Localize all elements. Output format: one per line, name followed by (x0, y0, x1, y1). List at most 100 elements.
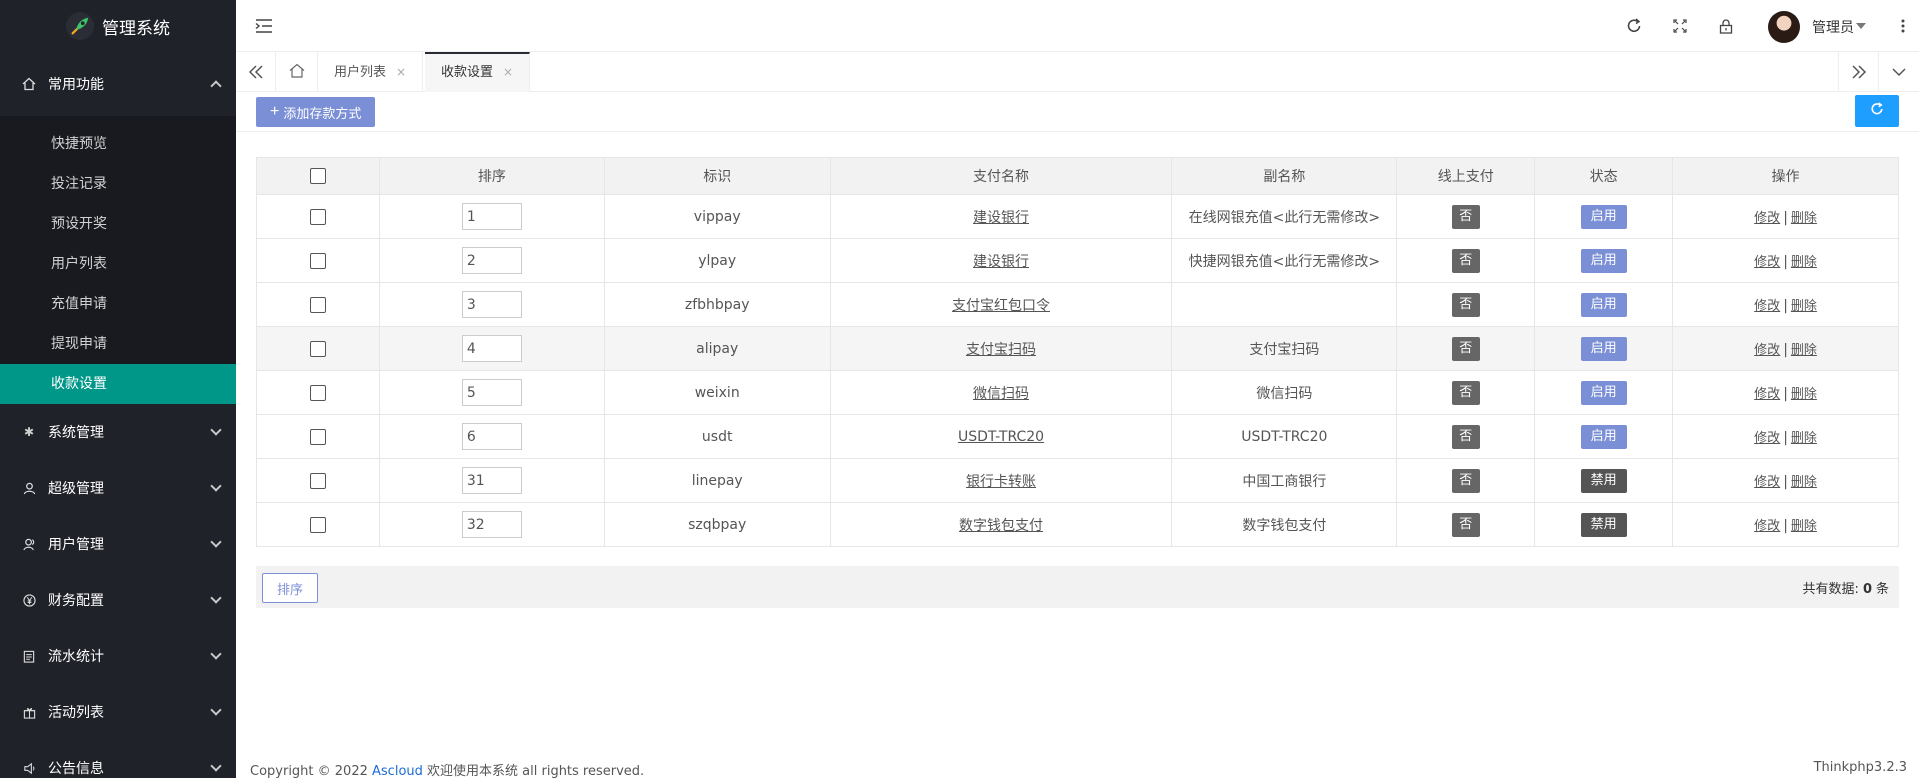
speaker-icon (22, 761, 36, 775)
menu-toggle-icon[interactable] (254, 16, 274, 36)
delete-link[interactable]: 删除 (1791, 387, 1817, 402)
status-toggle[interactable]: 启用 (1580, 248, 1627, 273)
payment-name-link[interactable]: 支付宝扫码 (966, 342, 1036, 358)
payment-name-link[interactable]: 建设银行 (973, 254, 1029, 270)
username[interactable]: 管理员 (1812, 17, 1854, 37)
brand-link[interactable]: Ascloud (372, 764, 423, 779)
edit-link[interactable]: 修改 (1754, 299, 1780, 314)
sort-button[interactable]: 排序 (262, 573, 319, 603)
status-toggle[interactable]: 禁用 (1580, 512, 1627, 537)
delete-link[interactable]: 删除 (1791, 211, 1817, 226)
sort-order-input[interactable] (461, 423, 522, 450)
row-checkbox[interactable] (309, 340, 326, 357)
tab-home[interactable] (276, 52, 318, 92)
tab-user-list[interactable]: 用户列表 × (318, 52, 424, 92)
sort-order-input[interactable] (461, 335, 522, 362)
avatar[interactable] (1768, 11, 1800, 43)
delete-link[interactable]: 删除 (1791, 475, 1817, 490)
online-payment-toggle[interactable]: 否 (1451, 380, 1480, 405)
close-icon[interactable]: × (503, 65, 513, 79)
tabs-scroll-right-icon[interactable] (1838, 52, 1878, 92)
sidebar-group-activities[interactable]: 活动列表 (0, 684, 236, 740)
separator: | (1783, 298, 1788, 314)
status-toggle[interactable]: 禁用 (1580, 468, 1627, 493)
payment-name-link[interactable]: 支付宝红包口令 (952, 298, 1050, 314)
status-toggle[interactable]: 启用 (1580, 204, 1627, 229)
tab-label: 用户列表 (334, 65, 387, 80)
lock-icon[interactable] (1716, 16, 1736, 36)
tab-payment-settings[interactable]: 收款设置 × (425, 52, 531, 92)
delete-link[interactable]: 删除 (1791, 299, 1817, 314)
sidebar-item-recharge-requests[interactable]: 充值申请 (0, 284, 236, 324)
row-checkbox[interactable] (309, 516, 326, 533)
sidebar-item-withdraw-requests[interactable]: 提现申请 (0, 324, 236, 364)
table-header-row: 排序 标识 支付名称 副名称 线上支付 状态 操作 (256, 157, 1899, 195)
payment-name-link[interactable]: USDT-TRC20 (958, 429, 1044, 445)
online-payment-toggle[interactable]: 否 (1451, 292, 1480, 317)
payment-name-link[interactable]: 银行卡转账 (966, 474, 1036, 490)
row-checkbox[interactable] (309, 472, 326, 489)
online-payment-toggle[interactable]: 否 (1451, 468, 1480, 493)
sort-order-input[interactable] (461, 379, 522, 406)
row-checkbox[interactable] (309, 296, 326, 313)
online-payment-toggle[interactable]: 否 (1451, 336, 1480, 361)
sidebar-item-preset-draw[interactable]: 预设开奖 (0, 204, 236, 244)
refresh-icon[interactable] (1624, 16, 1644, 36)
sort-order-input[interactable] (461, 291, 522, 318)
delete-link[interactable]: 删除 (1791, 431, 1817, 446)
row-checkbox[interactable] (309, 208, 326, 225)
edit-link[interactable]: 修改 (1754, 475, 1780, 490)
caret-down-icon[interactable] (1856, 23, 1866, 29)
sidebar-item-quick-preview[interactable]: 快捷预览 (0, 124, 236, 164)
sidebar-item-bet-records[interactable]: 投注记录 (0, 164, 236, 204)
edit-link[interactable]: 修改 (1754, 519, 1780, 534)
sidebar-item-payment-settings[interactable]: 收款设置 (0, 364, 236, 404)
sort-order-input[interactable] (461, 247, 522, 274)
online-payment-toggle[interactable]: 否 (1451, 424, 1480, 449)
delete-link[interactable]: 删除 (1791, 343, 1817, 358)
copyright-prefix: Copyright © 2022 (250, 764, 368, 779)
online-payment-toggle[interactable]: 否 (1451, 512, 1480, 537)
row-checkbox[interactable] (309, 252, 326, 269)
fullscreen-icon[interactable] (1670, 16, 1690, 36)
edit-link[interactable]: 修改 (1754, 343, 1780, 358)
sidebar-group-system[interactable]: ✱ 系统管理 (0, 404, 236, 460)
edit-link[interactable]: 修改 (1754, 211, 1780, 226)
app-logo[interactable]: 管理系统 (0, 0, 236, 52)
row-checkbox[interactable] (309, 428, 326, 445)
online-payment-toggle[interactable]: 否 (1451, 204, 1480, 229)
online-payment-toggle[interactable]: 否 (1451, 248, 1480, 273)
delete-link[interactable]: 删除 (1791, 255, 1817, 270)
status-toggle[interactable]: 启用 (1580, 292, 1627, 317)
row-checkbox[interactable] (309, 384, 326, 401)
tabs-scroll-left-icon[interactable] (236, 52, 276, 92)
sidebar-group-super[interactable]: 超级管理 (0, 460, 236, 516)
add-deposit-method-button[interactable]: + 添加存款方式 (256, 97, 376, 127)
sort-order-input[interactable] (461, 203, 522, 230)
select-all-checkbox[interactable] (309, 168, 326, 184)
sidebar-group-users[interactable]: 用户管理 (0, 516, 236, 572)
sort-order-input[interactable] (461, 511, 522, 538)
more-vertical-icon[interactable] (1893, 16, 1913, 36)
payment-name-link[interactable]: 数字钱包支付 (959, 518, 1043, 534)
delete-link[interactable]: 删除 (1791, 519, 1817, 534)
status-toggle[interactable]: 启用 (1580, 424, 1627, 449)
refresh-table-button[interactable] (1855, 95, 1899, 127)
status-toggle[interactable]: 启用 (1580, 380, 1627, 405)
payment-subname: 微信扫码 (1171, 370, 1398, 415)
payment-code: weixin (603, 370, 831, 415)
edit-link[interactable]: 修改 (1754, 255, 1780, 270)
sidebar-item-user-list[interactable]: 用户列表 (0, 244, 236, 284)
sort-order-input[interactable] (461, 467, 522, 494)
status-toggle[interactable]: 启用 (1580, 336, 1627, 361)
close-icon[interactable]: × (396, 65, 406, 79)
payment-name-link[interactable]: 建设银行 (973, 210, 1029, 226)
sidebar-group-stats[interactable]: 流水统计 (0, 628, 236, 684)
edit-link[interactable]: 修改 (1754, 387, 1780, 402)
sidebar-group-common[interactable]: 常用功能 (0, 52, 236, 116)
tabs-menu-chevron-down-icon[interactable] (1878, 52, 1918, 92)
edit-link[interactable]: 修改 (1754, 431, 1780, 446)
sidebar-group-finance[interactable]: 财务配置 (0, 572, 236, 628)
payment-name-link[interactable]: 微信扫码 (973, 386, 1029, 402)
sidebar-group-notices[interactable]: 公告信息 (0, 740, 236, 778)
